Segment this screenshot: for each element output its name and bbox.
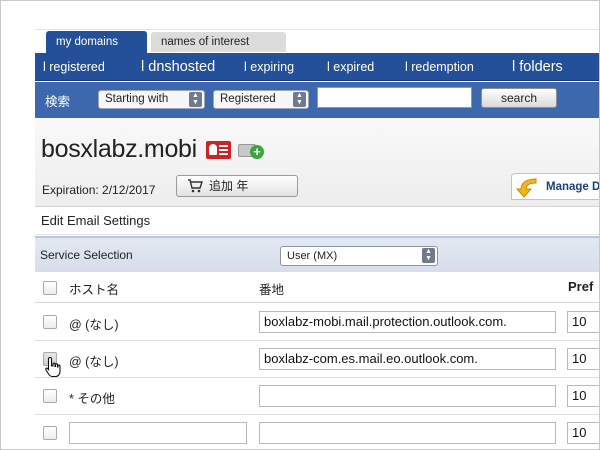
select-arrows-icon: ▲ ▼ (293, 92, 306, 107)
manage-dns-tab[interactable]: Manage D (511, 173, 599, 200)
add-year-label: 追加 年 (209, 179, 249, 193)
row-checkbox[interactable] (43, 426, 57, 440)
table-row: * その他 10 (35, 378, 599, 415)
row-pref-field[interactable]: 10 (567, 385, 599, 407)
table-row: @ (なし) boxlabz-mobi.mail.protection.outl… (35, 304, 599, 341)
nav-item-expiring[interactable]: l expiring (244, 53, 294, 81)
select-all-checkbox[interactable] (43, 281, 57, 295)
table-header-row: ホスト名 番地 Pref (35, 272, 599, 303)
column-header-host: ホスト名 (69, 283, 120, 297)
column-header-address: 番地 (259, 283, 285, 297)
select-arrows-icon: ▲ ▼ (189, 92, 202, 107)
browser-frame: my domains names of interest l registere… (0, 0, 600, 450)
service-selection-row: Service Selection User (MX) ▲ ▼ (35, 236, 599, 272)
row-address-field[interactable] (259, 422, 556, 444)
row-host-field[interactable] (69, 422, 247, 444)
search-label: 検索 (45, 95, 71, 109)
row-address-field[interactable]: boxlabz-mobi.mail.protection.outlook.com… (259, 311, 556, 333)
table-row: 10 (35, 415, 599, 449)
yellow-arrow-icon (515, 178, 537, 198)
search-type-select[interactable]: Registered ▲ ▼ (213, 90, 309, 109)
nav-item-redemption[interactable]: l redemption (405, 53, 474, 81)
contact-card-icon[interactable] (206, 141, 231, 159)
row-host-label: @ (なし) (69, 318, 119, 332)
search-mode-value: Starting with (105, 93, 169, 105)
row-pref-field[interactable]: 10 (567, 422, 599, 444)
search-button[interactable]: search (481, 88, 557, 108)
service-selection-label: Service Selection (40, 248, 133, 262)
select-arrows-icon: ▲ ▼ (422, 248, 435, 263)
domain-nav-bar: l registered l dnshosted l expiring l ex… (35, 53, 599, 81)
tab-my-domains[interactable]: my domains (46, 31, 147, 53)
tab-names-of-interest[interactable]: names of interest (151, 32, 286, 52)
table-row: @ (なし) boxlabz-com.es.mail.eo.outlook.co… (35, 341, 599, 378)
section-title: Edit Email Settings (35, 206, 599, 235)
expiration-date: Expiration: 2/12/2017 (42, 183, 156, 197)
tab-strip: my domains names of interest (35, 30, 599, 53)
nav-item-expired[interactable]: l expired (327, 53, 374, 81)
row-address-field[interactable]: boxlabz-com.es.mail.eo.outlook.com. (259, 348, 556, 370)
nav-item-dnshosted[interactable]: l dnshosted (141, 53, 215, 81)
row-checkbox[interactable] (43, 315, 57, 329)
domain-header: bosxlabz.mobi + Expiration: 2/12/2017 追加… (35, 118, 599, 214)
registrar-panel: my domains names of interest l registere… (35, 30, 599, 449)
search-mode-select[interactable]: Starting with ▲ ▼ (98, 90, 205, 109)
column-header-pref: Pref (568, 279, 594, 294)
search-input[interactable] (317, 87, 472, 108)
row-pref-field[interactable]: 10 (567, 348, 599, 370)
manage-tab-label: Manage D (546, 181, 599, 193)
left-margin (1, 1, 35, 449)
service-select[interactable]: User (MX) ▲ ▼ (280, 246, 438, 266)
add-year-button[interactable]: 追加 年 (176, 175, 298, 197)
top-gap (1, 1, 599, 30)
row-address-field[interactable] (259, 385, 556, 407)
domain-name: bosxlabz.mobi (41, 135, 197, 163)
row-pref-field[interactable]: 10 (567, 311, 599, 333)
row-host-label: * その他 (69, 392, 115, 406)
nav-item-folders[interactable]: l folders (512, 53, 563, 81)
nav-item-registered[interactable]: l registered (43, 53, 105, 81)
cart-icon (188, 179, 203, 193)
row-checkbox[interactable] (43, 389, 57, 403)
row-host-label: @ (なし) (69, 355, 119, 369)
service-select-value: User (MX) (287, 250, 338, 262)
add-to-folder-icon[interactable]: + (238, 140, 264, 160)
hand-cursor-icon (45, 356, 61, 378)
search-type-value: Registered (220, 93, 276, 105)
